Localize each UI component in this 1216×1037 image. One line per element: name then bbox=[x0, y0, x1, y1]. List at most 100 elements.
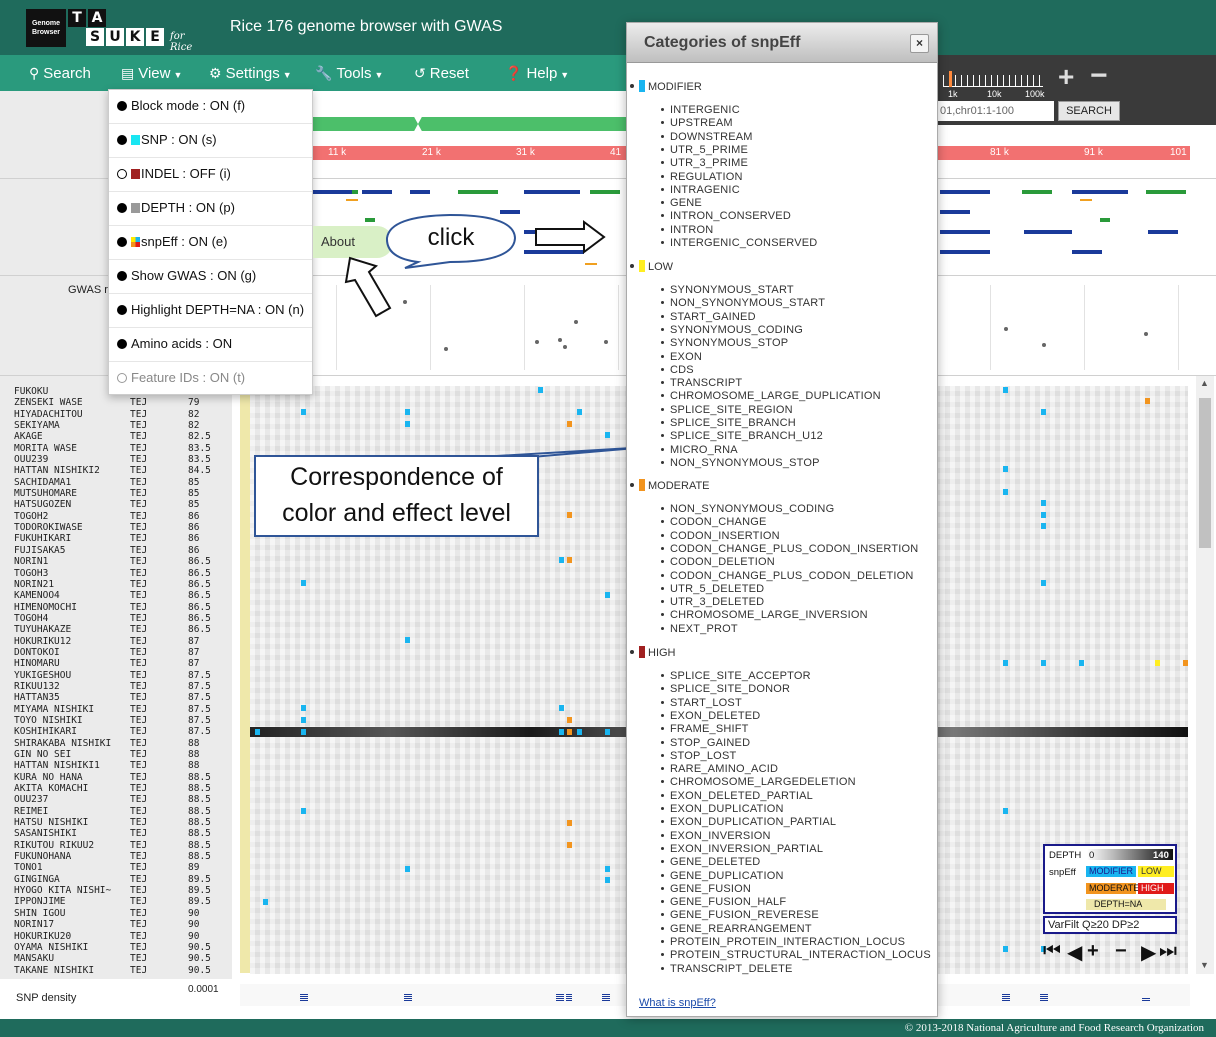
bullet-icon bbox=[630, 264, 634, 268]
click-callout: click bbox=[386, 215, 516, 261]
click-callout-text: click bbox=[427, 224, 475, 251]
category-modifier: MODIFIER bbox=[630, 80, 702, 93]
effect-name: UTR_5_DELETED bbox=[670, 582, 765, 595]
category-name: MODERATE bbox=[648, 480, 710, 492]
effect-item: TRANSCRIPT_DELETE bbox=[661, 963, 793, 976]
effect-name: NON_SYNONYMOUS_STOP bbox=[670, 456, 820, 469]
effect-item: INTRON_CONSERVED bbox=[661, 210, 791, 223]
effect-item: CHROMOSOME_LARGE_INVERSION bbox=[661, 609, 868, 622]
bullet-icon bbox=[661, 147, 664, 151]
effect-name: TRANSCRIPT bbox=[670, 377, 743, 390]
category-name: HIGH bbox=[648, 647, 676, 659]
bullet-icon bbox=[661, 713, 664, 717]
jump-left-icon[interactable]: ⏮ bbox=[1043, 940, 1061, 963]
effect-name: INTERGENIC bbox=[670, 104, 740, 116]
effect-item: INTERGENIC_CONSERVED bbox=[661, 237, 817, 250]
effect-name: INTRAGENIC bbox=[670, 183, 740, 196]
effect-name: GENE_REARRANGEMENT bbox=[670, 922, 812, 935]
effect-name: RARE_AMINO_ACID bbox=[670, 763, 779, 776]
move-left-icon[interactable]: ◀ bbox=[1067, 940, 1082, 965]
effect-item: EXON_DUPLICATION_PARTIAL bbox=[661, 816, 836, 829]
zoom-out-icon[interactable]: − bbox=[1115, 940, 1127, 963]
color-legend: DEPTH 0 140 snpEff MODIFIER LOW MODERATE… bbox=[1043, 844, 1177, 914]
effect-name: EXON_DUPLICATION bbox=[670, 803, 784, 815]
annotation-overlay bbox=[344, 213, 649, 460]
effect-name: CODON_CHANGE bbox=[670, 516, 767, 529]
effect-item: CODON_CHANGE bbox=[661, 516, 767, 529]
zoom-in-icon[interactable]: + bbox=[1087, 940, 1099, 963]
bullet-icon bbox=[630, 84, 634, 88]
legend-moderate: MODERATE bbox=[1086, 883, 1139, 894]
jump-right-icon[interactable]: ⏭ bbox=[1159, 940, 1177, 963]
bullet-icon bbox=[661, 966, 664, 970]
bullet-icon bbox=[661, 301, 664, 305]
bullet-icon bbox=[661, 560, 664, 564]
effect-name: REGULATION bbox=[670, 170, 743, 183]
correspondence-text-line1: Correspondence of bbox=[290, 463, 503, 491]
effect-name: CDS bbox=[670, 363, 694, 376]
move-right-icon[interactable]: ▶ bbox=[1141, 940, 1156, 965]
effect-name: DOWNSTREAM bbox=[670, 130, 753, 143]
bullet-icon bbox=[661, 134, 664, 138]
category-color-swatch-icon bbox=[639, 260, 645, 272]
effect-item: DOWNSTREAM bbox=[661, 131, 753, 144]
effect-item: CODON_CHANGE_PLUS_CODON_DELETION bbox=[661, 570, 914, 583]
effect-name: STOP_GAINED bbox=[670, 736, 751, 749]
bullet-icon bbox=[661, 674, 664, 677]
effect-name: CODON_INSERTION bbox=[670, 529, 780, 542]
effect-name: PROTEIN_STRUCTURAL_INTERACTION_LOCUS bbox=[670, 949, 931, 962]
bullet-icon bbox=[661, 626, 664, 630]
bullet-icon bbox=[661, 886, 664, 890]
bullet-icon bbox=[661, 314, 664, 318]
bullet-icon bbox=[661, 341, 664, 345]
legend-high: HIGH bbox=[1138, 883, 1174, 894]
effect-item: NON_SYNONYMOUS_START bbox=[661, 297, 825, 310]
effect-name: GENE_DELETED bbox=[670, 856, 761, 869]
bullet-icon bbox=[661, 900, 664, 904]
effect-item: GENE_DUPLICATION bbox=[661, 870, 784, 883]
dialog-header[interactable]: Categories of snpEff × bbox=[627, 23, 937, 63]
bullet-icon bbox=[661, 687, 664, 691]
click-arrow-right bbox=[535, 220, 606, 254]
effect-name: EXON_INVERSION bbox=[670, 829, 771, 842]
effect-item: UTR_3_PRIME bbox=[661, 157, 748, 170]
bullet-icon bbox=[661, 913, 664, 917]
effect-item: INTRON bbox=[661, 224, 713, 237]
legend-low: LOW bbox=[1138, 866, 1174, 877]
effect-name: UTR_3_DELETED bbox=[670, 596, 765, 609]
bullet-icon bbox=[661, 121, 664, 125]
category-low: LOW bbox=[630, 260, 673, 273]
effect-item: FRAME_SHIFT bbox=[661, 723, 749, 736]
effect-name: GENE bbox=[670, 197, 702, 210]
legend-depth-max: 140 bbox=[1153, 850, 1169, 861]
effect-name: SYNONYMOUS_START bbox=[670, 284, 794, 296]
bullet-icon bbox=[661, 727, 664, 731]
bullet-icon bbox=[661, 327, 664, 331]
effect-item: SYNONYMOUS_CODING bbox=[661, 324, 803, 337]
effect-name: SPLICE_SITE_REGION bbox=[670, 403, 793, 416]
what-is-snpeff-link[interactable]: What is snpEff? bbox=[639, 997, 716, 1009]
bullet-icon bbox=[661, 161, 664, 165]
effect-name: CHROMOSOME_LARGE_INVERSION bbox=[670, 609, 868, 622]
effect-item: CDS bbox=[661, 364, 694, 377]
effect-item: NEXT_PROT bbox=[661, 623, 738, 636]
effect-item: PROTEIN_PROTEIN_INTERACTION_LOCUS bbox=[661, 936, 905, 949]
effect-item: STOP_GAINED bbox=[661, 737, 750, 750]
bullet-icon bbox=[661, 447, 664, 451]
snpeff-categories-dialog: Categories of snpEff × MODIFIER INTERGENI… bbox=[626, 22, 938, 1017]
effect-item: SPLICE_SITE_BRANCH bbox=[661, 417, 796, 430]
effect-name: EXON bbox=[670, 350, 702, 363]
bullet-icon bbox=[661, 187, 664, 191]
category-name: LOW bbox=[648, 261, 674, 273]
effect-item: EXON bbox=[661, 351, 702, 364]
effect-name: EXON_DELETED_PARTIAL bbox=[670, 789, 813, 802]
effect-name: CHROMOSOME_LARGEDELETION bbox=[670, 776, 856, 789]
effect-item: GENE_REARRANGEMENT bbox=[661, 923, 812, 936]
effect-item: EXON_INVERSION bbox=[661, 830, 771, 843]
effect-item: EXON_INVERSION_PARTIAL bbox=[661, 843, 823, 856]
close-icon[interactable]: × bbox=[910, 34, 929, 53]
bullet-icon bbox=[661, 421, 664, 424]
effect-name: CHROMOSOME_LARGE_DUPLICATION bbox=[670, 390, 881, 403]
effect-name: MICRO_RNA bbox=[670, 443, 738, 456]
variant-filter-settings[interactable]: VarFilt Q≥20 DP≥2 bbox=[1043, 916, 1177, 934]
